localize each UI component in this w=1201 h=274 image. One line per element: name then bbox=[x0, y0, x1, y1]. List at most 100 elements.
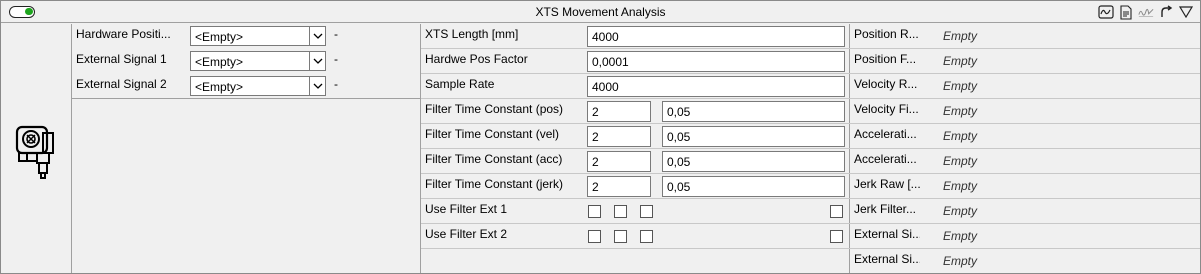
param-label: Filter Time Constant (acc) bbox=[425, 152, 563, 166]
output-value: Empty bbox=[943, 129, 978, 143]
output-value: Empty bbox=[943, 54, 978, 68]
param-row-sample-rate: Sample Rate bbox=[421, 74, 850, 99]
hw-pos-factor-input[interactable] bbox=[587, 51, 845, 72]
filter-order-input[interactable] bbox=[587, 101, 651, 122]
output-label: Jerk Filter... bbox=[854, 202, 917, 216]
document-icon[interactable] bbox=[1118, 4, 1134, 20]
signal-row: External Signal 2 <Empty> - bbox=[72, 74, 421, 99]
divider bbox=[72, 98, 421, 99]
xts-length-input[interactable] bbox=[587, 26, 845, 47]
use-filter-checkbox[interactable] bbox=[640, 230, 653, 243]
signature-icon[interactable] bbox=[1138, 4, 1154, 20]
window-title: XTS Movement Analysis bbox=[535, 5, 666, 19]
param-row-filter-pos: Filter Time Constant (pos) bbox=[421, 99, 850, 124]
output-value: Empty bbox=[943, 254, 978, 268]
signal-row: Hardware Positi... <Empty> - bbox=[72, 24, 421, 49]
signal-status: - bbox=[334, 52, 338, 66]
output-row: Accelerati... Empty bbox=[850, 124, 1200, 149]
output-row: External Si... Empty bbox=[850, 249, 1200, 274]
output-label: Accelerati... bbox=[854, 152, 917, 166]
param-row-filter-vel: Filter Time Constant (vel) bbox=[421, 124, 850, 149]
use-filter-checkbox[interactable] bbox=[640, 205, 653, 218]
chart-icon[interactable] bbox=[1098, 4, 1114, 20]
param-row-use-filter-ext-1: Use Filter Ext 1 bbox=[421, 199, 850, 224]
output-label: External Si... bbox=[854, 227, 920, 241]
output-value: Empty bbox=[943, 204, 978, 218]
output-value: Empty bbox=[943, 179, 978, 193]
param-row-filter-acc: Filter Time Constant (acc) bbox=[421, 149, 850, 174]
signal-status: - bbox=[334, 27, 338, 41]
signal-dropdown-value: <Empty> bbox=[195, 80, 244, 94]
param-label: Hardwe Pos Factor bbox=[425, 52, 528, 66]
output-row: Position F... Empty bbox=[850, 49, 1200, 74]
signal-dropdown-value: <Empty> bbox=[195, 30, 244, 44]
toolbar-icons bbox=[1098, 4, 1194, 20]
output-label: Jerk Raw [... bbox=[854, 177, 920, 191]
filter-time-input[interactable] bbox=[662, 176, 845, 197]
param-label: XTS Length [mm] bbox=[425, 27, 519, 41]
output-label: Accelerati... bbox=[854, 127, 917, 141]
use-filter-checkbox[interactable] bbox=[614, 230, 627, 243]
output-label: Position F... bbox=[854, 52, 917, 66]
signal-row: External Signal 1 <Empty> - bbox=[72, 49, 421, 74]
title-bar: XTS Movement Analysis bbox=[1, 1, 1200, 23]
redo-icon[interactable] bbox=[1158, 4, 1174, 20]
output-label: External Si... bbox=[854, 252, 920, 266]
filter-order-input[interactable] bbox=[587, 126, 651, 147]
output-label: Position R... bbox=[854, 27, 919, 41]
function-block-window: XTS Movement Analysis Hardware Positi...… bbox=[0, 0, 1201, 274]
output-row: Velocity R... Empty bbox=[850, 74, 1200, 99]
signal-dropdown-value: <Empty> bbox=[195, 55, 244, 69]
param-row-hw-pos-factor: Hardwe Pos Factor bbox=[421, 49, 850, 74]
output-value: Empty bbox=[943, 229, 978, 243]
signal-dropdown[interactable]: <Empty> bbox=[190, 76, 326, 96]
filter-order-input[interactable] bbox=[587, 151, 651, 172]
signal-dropdown[interactable]: <Empty> bbox=[190, 51, 326, 71]
filter-order-input[interactable] bbox=[587, 176, 651, 197]
outputs-panel: Position R... Empty Position F... Empty … bbox=[850, 24, 1200, 273]
output-row: Velocity Fi... Empty bbox=[850, 99, 1200, 124]
signal-status: - bbox=[334, 77, 338, 91]
signal-dropdown[interactable]: <Empty> bbox=[190, 26, 326, 46]
output-value: Empty bbox=[943, 104, 978, 118]
filter-time-input[interactable] bbox=[662, 101, 845, 122]
use-filter-checkbox[interactable] bbox=[614, 205, 627, 218]
output-row: External Si... Empty bbox=[850, 224, 1200, 249]
block-icon-panel bbox=[1, 24, 72, 273]
output-label: Velocity R... bbox=[854, 77, 918, 91]
use-filter-checkbox[interactable] bbox=[830, 230, 843, 243]
parameters-panel: XTS Length [mm] Hardwe Pos Factor Sample… bbox=[421, 24, 850, 273]
output-row: Accelerati... Empty bbox=[850, 149, 1200, 174]
param-label: Filter Time Constant (jerk) bbox=[425, 177, 564, 191]
param-row-use-filter-ext-2: Use Filter Ext 2 bbox=[421, 224, 850, 249]
signal-label: Hardware Positi... bbox=[76, 27, 171, 41]
robot-icon bbox=[15, 125, 54, 179]
chevron-down-icon[interactable] bbox=[309, 52, 325, 70]
chevron-down-icon[interactable] bbox=[309, 27, 325, 45]
param-label: Filter Time Constant (vel) bbox=[425, 127, 560, 141]
filter-time-input[interactable] bbox=[662, 151, 845, 172]
param-label: Sample Rate bbox=[425, 77, 495, 91]
output-label: Velocity Fi... bbox=[854, 102, 919, 116]
output-row: Jerk Filter... Empty bbox=[850, 199, 1200, 224]
param-row-xts-length: XTS Length [mm] bbox=[421, 24, 850, 49]
output-row: Position R... Empty bbox=[850, 24, 1200, 49]
param-label: Filter Time Constant (pos) bbox=[425, 102, 564, 116]
output-value: Empty bbox=[943, 154, 978, 168]
param-row-filter-jerk: Filter Time Constant (jerk) bbox=[421, 174, 850, 199]
chevron-down-icon[interactable] bbox=[309, 77, 325, 95]
output-row: Jerk Raw [... Empty bbox=[850, 174, 1200, 199]
signal-label: External Signal 1 bbox=[76, 52, 167, 66]
use-filter-checkbox[interactable] bbox=[588, 230, 601, 243]
signal-label: External Signal 2 bbox=[76, 77, 167, 91]
param-label: Use Filter Ext 2 bbox=[425, 227, 508, 241]
input-signals-panel: Hardware Positi... <Empty> - External Si… bbox=[72, 24, 421, 273]
sample-rate-input[interactable] bbox=[587, 76, 845, 97]
output-value: Empty bbox=[943, 79, 978, 93]
use-filter-checkbox[interactable] bbox=[830, 205, 843, 218]
output-value: Empty bbox=[943, 29, 978, 43]
use-filter-checkbox[interactable] bbox=[588, 205, 601, 218]
filter-time-input[interactable] bbox=[662, 126, 845, 147]
filter-icon[interactable] bbox=[1178, 4, 1194, 20]
param-label: Use Filter Ext 1 bbox=[425, 202, 508, 216]
